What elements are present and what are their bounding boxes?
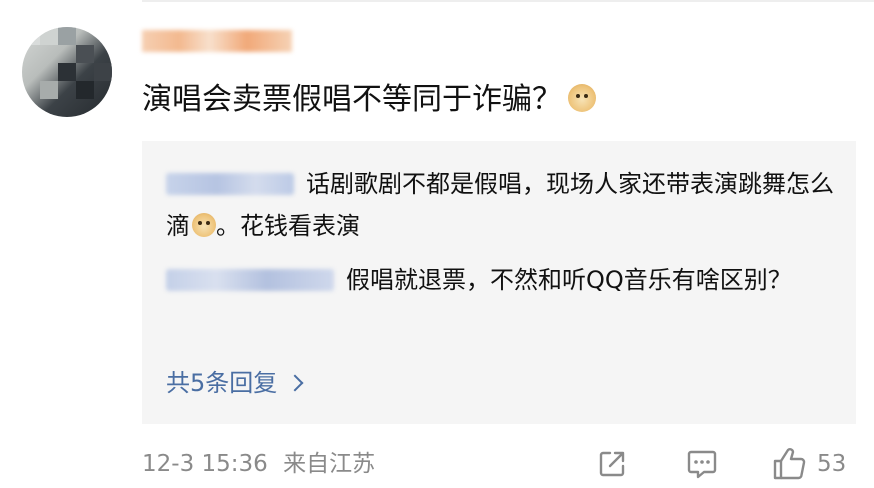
avatar-pixel [22, 27, 40, 45]
comment-icon [687, 450, 717, 479]
reply-box[interactable]: 话剧歌剧不都是假唱，现场人家还带表演跳舞怎么滴 。花钱看表演 假唱就退票，不然和听… [142, 141, 856, 424]
divider-line [142, 0, 874, 2]
reply-username-blurred[interactable] [166, 269, 334, 291]
avatar-pixel [40, 27, 58, 45]
avatar-pixel [40, 81, 58, 99]
avatar[interactable] [22, 27, 112, 117]
comment-button[interactable] [685, 447, 719, 481]
reply-text-tail: 。花钱看表演 [216, 212, 360, 240]
comment-text: 演唱会卖票假唱不等同于诈骗？ [142, 78, 596, 122]
share-button[interactable] [596, 447, 628, 481]
reply-item: 假唱就退票，不然和听QQ音乐有啥区别？ [166, 259, 846, 301]
location: 来自江苏 [283, 451, 376, 477]
avatar-pixel [58, 27, 76, 45]
comment-body: 演唱会卖票假唱不等同于诈骗？ [142, 82, 562, 117]
share-icon [599, 451, 625, 477]
username-blurred[interactable] [142, 30, 292, 52]
reply-username-blurred[interactable] [166, 173, 294, 195]
more-replies-label: 共5条回复 [166, 369, 278, 397]
reply-text: 假唱就退票，不然和听QQ音乐有啥区别？ [346, 266, 792, 294]
dog-emoji-icon [568, 84, 596, 112]
like-count: 53 [817, 451, 847, 477]
chevron-right-icon [286, 374, 304, 392]
avatar-pixel [58, 63, 76, 81]
comment-meta: 12-3 15:36 来自江苏 [142, 448, 375, 480]
avatar-pixel [76, 45, 94, 63]
avatar-pixel [94, 63, 112, 81]
avatar-pixel [76, 81, 94, 99]
reply-item: 话剧歌剧不都是假唱，现场人家还带表演跳舞怎么滴 。花钱看表演 [166, 163, 846, 247]
like-button[interactable]: 53 [771, 447, 846, 481]
timestamp: 12-3 15:36 [142, 451, 268, 477]
more-replies-link[interactable]: 共5条回复 [166, 362, 304, 404]
dog-emoji-icon [192, 213, 216, 237]
thumbs-up-icon [773, 448, 806, 480]
